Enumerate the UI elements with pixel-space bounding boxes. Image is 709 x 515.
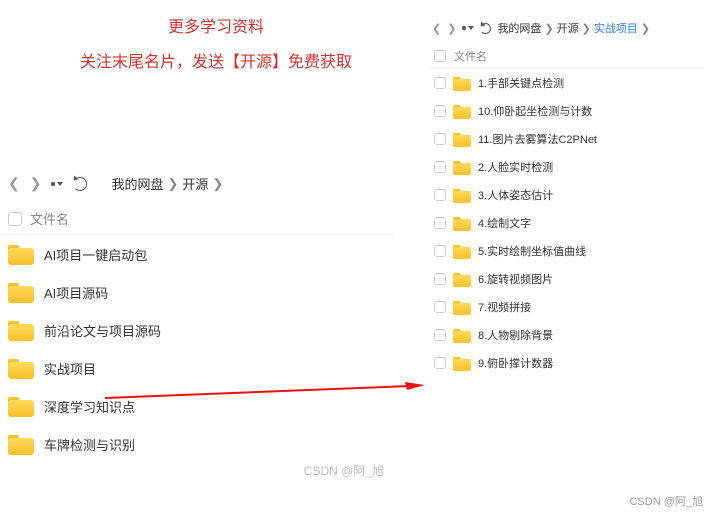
list-item[interactable]: 8.人物剔除背景 xyxy=(428,321,703,349)
row-checkbox[interactable] xyxy=(434,273,446,285)
row-checkbox[interactable] xyxy=(434,77,446,89)
list-item[interactable]: 车牌检测与识别 xyxy=(0,425,395,463)
row-checkbox[interactable] xyxy=(434,245,446,257)
crumb-1[interactable]: 开源 xyxy=(182,174,208,193)
folder-icon xyxy=(453,76,471,91)
row-checkbox[interactable] xyxy=(434,189,446,201)
right-file-browser: ❮ ❯ 我的网盘 ❯ 开源 ❯ 实战项目 ❯ 文件名 1.手部关键点检测 10.… xyxy=(428,18,703,377)
right-column-header: 文件名 xyxy=(428,44,703,69)
chevron-right-icon: ❯ xyxy=(167,176,178,192)
list-item[interactable]: 5.实时绘制坐标值曲线 xyxy=(428,237,703,265)
crumb-root[interactable]: 我的网盘 xyxy=(111,174,163,193)
forward-icon[interactable]: ❯ xyxy=(30,175,42,192)
refresh-icon[interactable] xyxy=(480,23,491,34)
folder-icon xyxy=(453,188,471,203)
list-item[interactable]: 1.手部关键点检测 xyxy=(428,69,703,97)
left-file-browser: ❮ ❯ 我的网盘 ❯ 开源 ❯ 文件名 AI项目一键启动包 AI项目源码 前沿论… xyxy=(0,170,395,463)
chevron-right-icon: ❯ xyxy=(641,22,650,35)
left-nav-bar: ❮ ❯ 我的网盘 ❯ 开源 ❯ xyxy=(0,170,395,203)
history-dropdown[interactable] xyxy=(51,182,63,186)
forward-icon[interactable]: ❯ xyxy=(447,22,456,35)
folder-icon xyxy=(8,281,34,303)
list-item[interactable]: 4.绘制文字 xyxy=(428,209,703,237)
row-checkbox[interactable] xyxy=(434,301,446,313)
column-name-label: 文件名 xyxy=(30,209,69,228)
select-all-checkbox[interactable] xyxy=(434,50,446,62)
watermark: CSDN @阿_旭 xyxy=(304,462,384,479)
folder-icon xyxy=(453,104,471,119)
row-checkbox[interactable] xyxy=(434,357,446,369)
list-item[interactable]: 深度学习知识点 xyxy=(0,387,395,425)
folder-icon xyxy=(453,132,471,147)
list-item[interactable]: 9.俯卧撑计数器 xyxy=(428,349,703,377)
promo-line-1: 更多学习资料 xyxy=(80,10,352,45)
row-checkbox[interactable] xyxy=(434,133,446,145)
folder-icon xyxy=(8,243,34,265)
list-item[interactable]: 实战项目 xyxy=(0,349,395,387)
promo-text: 更多学习资料 关注末尾名片，发送【开源】免费获取 xyxy=(80,10,352,80)
breadcrumb: 我的网盘 ❯ 开源 ❯ xyxy=(111,174,223,193)
watermark: CSDN @阿_旭 xyxy=(629,493,703,509)
column-name-label: 文件名 xyxy=(454,48,487,64)
crumb-2[interactable]: 实战项目 xyxy=(594,20,638,36)
folder-icon xyxy=(8,319,34,341)
row-checkbox[interactable] xyxy=(434,161,446,173)
chevron-right-icon: ❯ xyxy=(582,22,591,35)
list-item[interactable]: 6.旋转视频图片 xyxy=(428,265,703,293)
list-item[interactable]: 10.仰卧起坐检测与计数 xyxy=(428,97,703,125)
left-column-header: 文件名 xyxy=(0,203,395,235)
refresh-icon[interactable] xyxy=(73,177,87,191)
folder-icon xyxy=(453,272,471,287)
back-icon[interactable]: ❮ xyxy=(432,22,441,35)
back-icon[interactable]: ❮ xyxy=(8,175,20,192)
list-item[interactable]: 11.图片去雾算法C2PNet xyxy=(428,125,703,153)
folder-icon xyxy=(453,328,471,343)
row-checkbox[interactable] xyxy=(434,329,446,341)
right-nav-bar: ❮ ❯ 我的网盘 ❯ 开源 ❯ 实战项目 ❯ xyxy=(428,18,703,44)
row-checkbox[interactable] xyxy=(434,217,446,229)
select-all-checkbox[interactable] xyxy=(8,212,22,226)
chevron-right-icon: ❯ xyxy=(544,22,553,35)
chevron-right-icon: ❯ xyxy=(212,176,223,192)
breadcrumb: 我的网盘 ❯ 开源 ❯ 实战项目 ❯ xyxy=(497,20,650,36)
folder-icon xyxy=(8,357,34,379)
list-item[interactable]: AI项目源码 xyxy=(0,273,395,311)
folder-icon xyxy=(453,216,471,231)
folder-icon xyxy=(453,244,471,259)
list-item[interactable]: AI项目一键启动包 xyxy=(0,235,395,273)
list-item[interactable]: 7.视频拼接 xyxy=(428,293,703,321)
folder-icon xyxy=(453,300,471,315)
crumb-root[interactable]: 我的网盘 xyxy=(497,20,541,36)
folder-icon xyxy=(8,433,34,455)
folder-icon xyxy=(8,395,34,417)
folder-icon xyxy=(453,356,471,371)
list-item[interactable]: 前沿论文与项目源码 xyxy=(0,311,395,349)
promo-line-2: 关注末尾名片，发送【开源】免费获取 xyxy=(80,45,352,80)
history-dropdown[interactable] xyxy=(462,26,474,30)
folder-icon xyxy=(453,160,471,175)
row-checkbox[interactable] xyxy=(434,105,446,117)
list-item[interactable]: 3.人体姿态估计 xyxy=(428,181,703,209)
list-item[interactable]: 2.人脸实时检测 xyxy=(428,153,703,181)
crumb-1[interactable]: 开源 xyxy=(557,20,579,36)
